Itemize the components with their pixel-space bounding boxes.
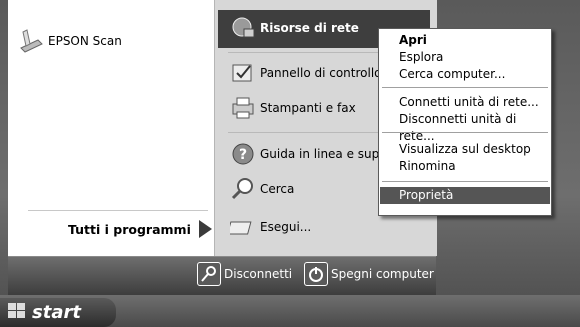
context-item-explore[interactable]: Esplora [380,49,550,66]
menu-item-label: Cerca [260,182,295,196]
start-menu: EPSON Scan Tutti i programmi Risorse di … [0,0,437,296]
menu-item-help-support[interactable]: ? Guida in linea e suppo [230,141,394,167]
help-icon: ? [230,141,256,167]
pinned-item-label: EPSON Scan [48,34,122,48]
context-item-open[interactable]: Apri [380,32,550,49]
menu-item-label: Risorse di rete [260,21,359,35]
menu-item-printers-fax[interactable]: Stampanti e fax [230,95,356,121]
arrow-right-icon [198,220,212,238]
context-menu-separator [382,87,548,88]
menu-item-label: Pannello di controllo [260,66,382,80]
menu-item-label: Guida in linea e suppo [260,147,395,161]
context-item-rename[interactable]: Rinomina [380,158,550,175]
context-menu: Apri Esplora Cerca computer... Connetti … [378,28,552,216]
svg-text:?: ? [239,147,247,163]
shutdown-label: Spegni computer [331,267,434,281]
menu-item-network-places[interactable]: Risorse di rete [230,15,359,41]
control-panel-icon [230,60,256,86]
context-item-properties[interactable]: Proprietà [380,187,550,204]
menu-item-label: Esegui... [260,220,312,234]
left-panel-separator [28,210,208,211]
key-icon [197,262,221,286]
context-item-show-on-desktop[interactable]: Visualizza sul desktop [380,141,550,158]
shutdown-button[interactable]: Spegni computer [304,262,434,286]
network-places-icon [230,15,256,41]
menu-item-label: Stampanti e fax [260,101,356,115]
menu-item-search[interactable]: Cerca [230,176,294,202]
start-button[interactable]: start [0,298,116,327]
scanner-icon [18,28,44,54]
all-programs-label: Tutti i programmi [68,221,191,237]
all-programs-button[interactable]: Tutti i programmi [68,220,212,238]
menu-item-run[interactable]: Esegui... [227,214,312,240]
context-item-search-computer[interactable]: Cerca computer... [380,66,550,83]
context-menu-separator [382,181,548,182]
printer-icon [230,95,256,121]
start-label: start [32,302,81,323]
windows-logo-icon [8,303,26,322]
start-menu-left-panel: EPSON Scan Tutti i programmi [8,0,214,256]
logoff-label: Disconnetti [224,267,293,281]
logoff-button[interactable]: Disconnetti [197,262,292,286]
context-menu-separator [382,132,548,133]
search-icon [230,176,256,202]
power-icon [304,262,328,286]
context-item-map-drive[interactable]: Connetti unità di rete... [380,94,550,111]
context-item-disconnect-drive[interactable]: Disconnetti unità di rete... [380,111,550,143]
pinned-item-epson-scan[interactable]: EPSON Scan [18,28,122,54]
menu-item-control-panel[interactable]: Pannello di controllo [230,60,382,86]
run-icon [227,214,256,240]
